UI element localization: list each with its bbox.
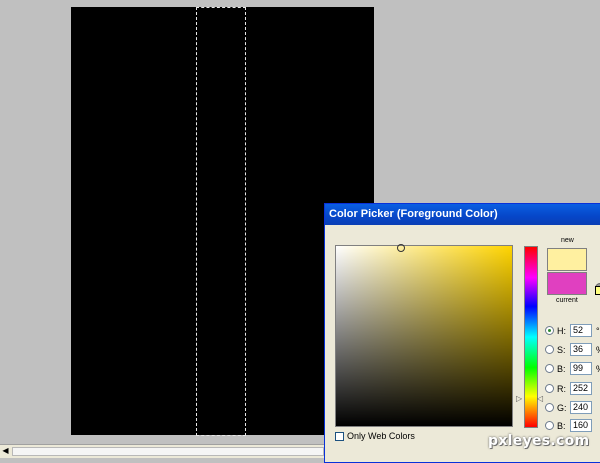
- h-unit: °: [596, 326, 600, 336]
- color-field-marker[interactable]: [397, 244, 405, 252]
- radio-r[interactable]: [545, 384, 554, 393]
- g-input[interactable]: 240: [570, 401, 592, 414]
- hue-slider-left-arrow-icon[interactable]: ▷: [516, 394, 522, 403]
- s-unit: %: [596, 343, 600, 357]
- only-web-colors-checkbox[interactable]: [335, 432, 344, 441]
- scroll-track[interactable]: [12, 447, 324, 456]
- rgb-b-label: B:: [557, 421, 566, 431]
- hue-slider-right-arrow-icon[interactable]: ◁: [537, 394, 543, 403]
- s-input[interactable]: 36: [570, 343, 592, 356]
- r-input[interactable]: 252: [570, 382, 592, 395]
- b-unit: %: [596, 362, 600, 376]
- new-label: new: [561, 237, 574, 244]
- current-label: current: [556, 297, 578, 304]
- radio-b[interactable]: [545, 364, 554, 373]
- color-field[interactable]: [335, 244, 513, 427]
- radio-h[interactable]: [545, 326, 554, 335]
- scroll-left-icon[interactable]: ◀: [1, 446, 10, 456]
- b-label: B:: [557, 364, 566, 374]
- web-safe-cube-icon[interactable]: [595, 286, 600, 295]
- g-label: G:: [557, 403, 567, 413]
- color-picker-dialog: Color Picker (Foreground Color) ▷ ◁ new …: [324, 203, 600, 463]
- s-label: S:: [557, 345, 566, 355]
- r-label: R:: [557, 384, 566, 394]
- hue-slider[interactable]: [524, 246, 538, 428]
- rgb-b-input[interactable]: 160: [570, 419, 592, 432]
- h-input[interactable]: 52: [570, 324, 592, 337]
- selection-marquee: [196, 7, 246, 436]
- b-input[interactable]: 99: [570, 362, 592, 375]
- current-color-swatch[interactable]: [547, 272, 587, 295]
- radio-g[interactable]: [545, 403, 554, 412]
- h-label: H:: [557, 326, 566, 336]
- only-web-colors-label: Only Web Colors: [347, 431, 415, 441]
- new-color-swatch: [547, 248, 587, 271]
- watermark-text: pxleyes.com: [488, 433, 590, 449]
- dialog-title[interactable]: Color Picker (Foreground Color): [325, 204, 600, 225]
- radio-s[interactable]: [545, 345, 554, 354]
- radio-rgb-b[interactable]: [545, 421, 554, 430]
